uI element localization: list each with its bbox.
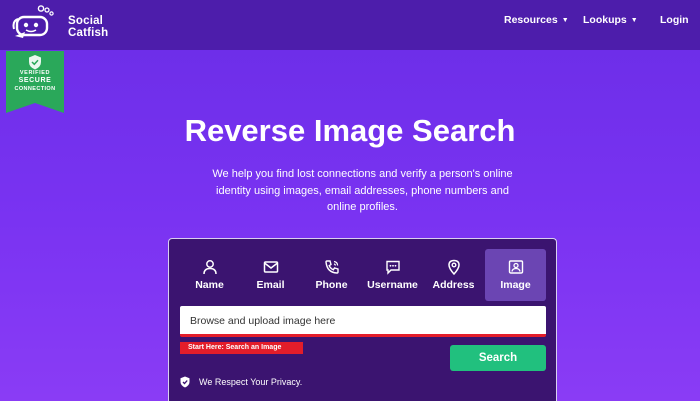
top-navigation-bar: Social Catfish Resources ▼ Lookups ▼ Log… <box>0 0 700 50</box>
shield-check-icon <box>180 376 190 388</box>
tab-image-label: Image <box>500 279 531 291</box>
nav-lookups[interactable]: Lookups ▼ <box>583 13 638 27</box>
privacy-text: We Respect Your Privacy. <box>199 377 303 387</box>
page-title: Reverse Image Search <box>184 113 516 148</box>
brand-name: Social Catfish <box>68 15 109 39</box>
tab-image[interactable]: Image <box>485 249 546 301</box>
tab-username[interactable]: Username <box>362 249 423 301</box>
nav-login[interactable]: Login <box>660 13 689 27</box>
tab-address[interactable]: Address <box>423 249 484 301</box>
map-pin-icon <box>447 259 460 275</box>
caret-down-icon: ▼ <box>561 16 569 24</box>
start-here-badge: Start Here: Search an Image <box>180 342 303 354</box>
person-icon <box>202 260 217 275</box>
ribbon-line-connection: CONNECTION <box>14 86 56 92</box>
tab-username-label: Username <box>367 279 418 291</box>
tab-name[interactable]: Name <box>179 249 240 301</box>
image-upload-input[interactable]: Browse and upload image here <box>180 306 546 337</box>
image-upload-placeholder: Browse and upload image here <box>190 314 336 327</box>
phone-icon <box>324 260 339 274</box>
ribbon-line-verified: VERIFIED <box>19 70 51 76</box>
caret-down-icon: ▼ <box>630 16 638 24</box>
privacy-note: We Respect Your Privacy. <box>180 375 302 389</box>
tab-address-label: Address <box>432 279 475 291</box>
search-button[interactable]: Search <box>450 345 546 371</box>
nav-resources[interactable]: Resources ▼ <box>504 13 569 27</box>
brand-logo[interactable]: Social Catfish <box>12 5 132 45</box>
tab-email-label: Email <box>256 279 285 291</box>
tab-email[interactable]: Email <box>240 249 301 301</box>
chat-icon <box>385 260 400 275</box>
image-icon <box>508 260 523 274</box>
tab-name-label: Name <box>195 279 224 291</box>
tab-phone-label: Phone <box>315 279 348 291</box>
ribbon-line-secure: SECURE <box>18 77 52 84</box>
envelope-icon <box>263 261 278 273</box>
page-subtitle: We help you find lost connections and ve… <box>212 168 513 213</box>
search-card: Name Email Phone Username Address Image … <box>168 238 557 401</box>
tab-phone[interactable]: Phone <box>301 249 362 301</box>
catfish-logo-icon <box>12 5 54 38</box>
